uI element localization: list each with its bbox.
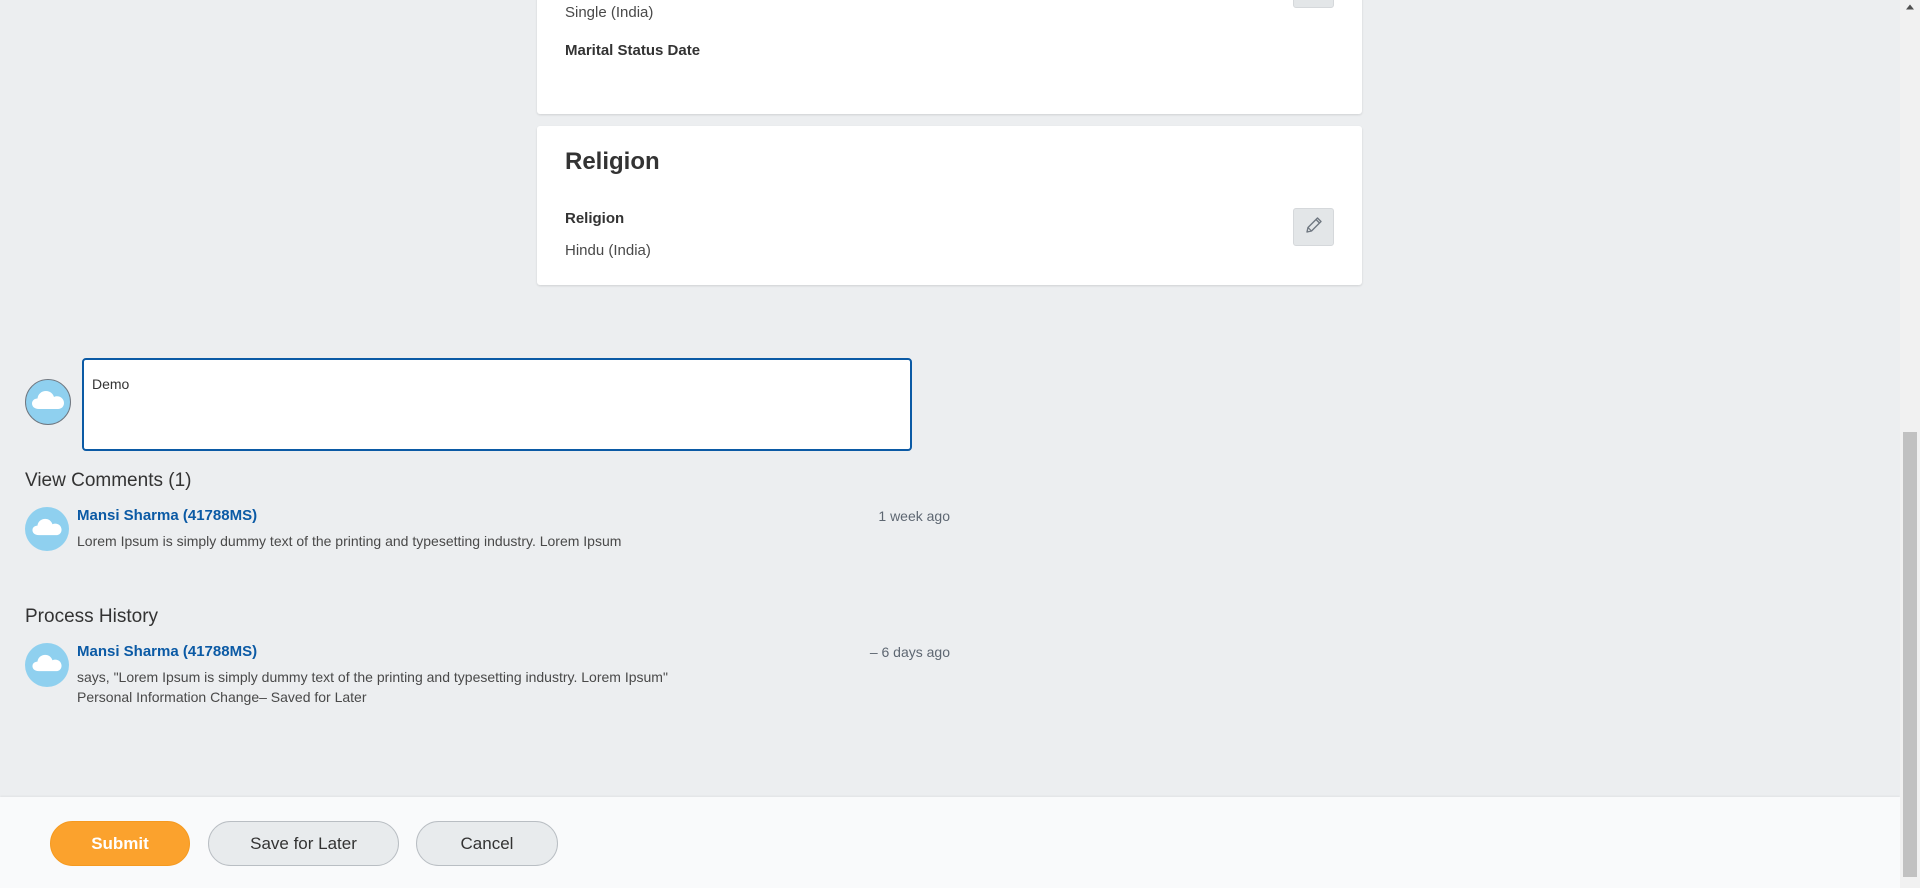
page: Single (India) Marital Status Date Relig… [0,0,1920,888]
scrollbar-thumb[interactable] [1903,432,1917,877]
cloud-icon [31,517,63,542]
history-author-link[interactable]: Mansi Sharma (41788MS) [77,643,257,660]
history-text: says, "Lorem Ipsum is simply dummy text … [77,669,668,685]
pencil-icon [1304,215,1324,240]
commenter-avatar [25,507,69,551]
comment-input[interactable] [82,358,912,451]
save-for-later-button[interactable]: Save for Later [208,821,399,866]
marital-status-date-label: Marital Status Date [565,42,701,59]
comment-timestamp: 1 week ago [878,508,950,524]
comment-author-link[interactable]: Mansi Sharma (41788MS) [77,507,257,524]
edit-marital-button[interactable] [1293,0,1334,8]
cloud-icon [31,389,65,416]
history-status: Personal Information Change– Saved for L… [77,689,367,705]
religion-card: Religion Religion Hindu (India) [537,126,1362,285]
history-timestamp: – 6 days ago [869,644,950,660]
history-avatar [25,643,69,687]
action-footer: Submit Save for Later Cancel [0,797,1900,888]
submit-button[interactable]: Submit [50,821,190,866]
cancel-button[interactable]: Cancel [416,821,558,866]
cloud-icon [31,653,63,678]
marital-status-value: Single (India) [565,4,654,21]
process-history-heading: Process History [25,606,159,627]
religion-field-value: Hindu (India) [565,242,651,259]
arrow-up-icon[interactable] [1900,3,1920,17]
view-comments-heading[interactable]: View Comments (1) [25,470,191,492]
edit-religion-button[interactable] [1293,208,1334,246]
religion-field-label: Religion [565,210,625,227]
user-avatar [25,379,71,425]
vertical-scrollbar[interactable] [1900,0,1920,888]
marital-status-card: Single (India) Marital Status Date [537,0,1362,114]
religion-card-title: Religion [565,148,660,175]
comment-text: Lorem Ipsum is simply dummy text of the … [77,533,622,549]
